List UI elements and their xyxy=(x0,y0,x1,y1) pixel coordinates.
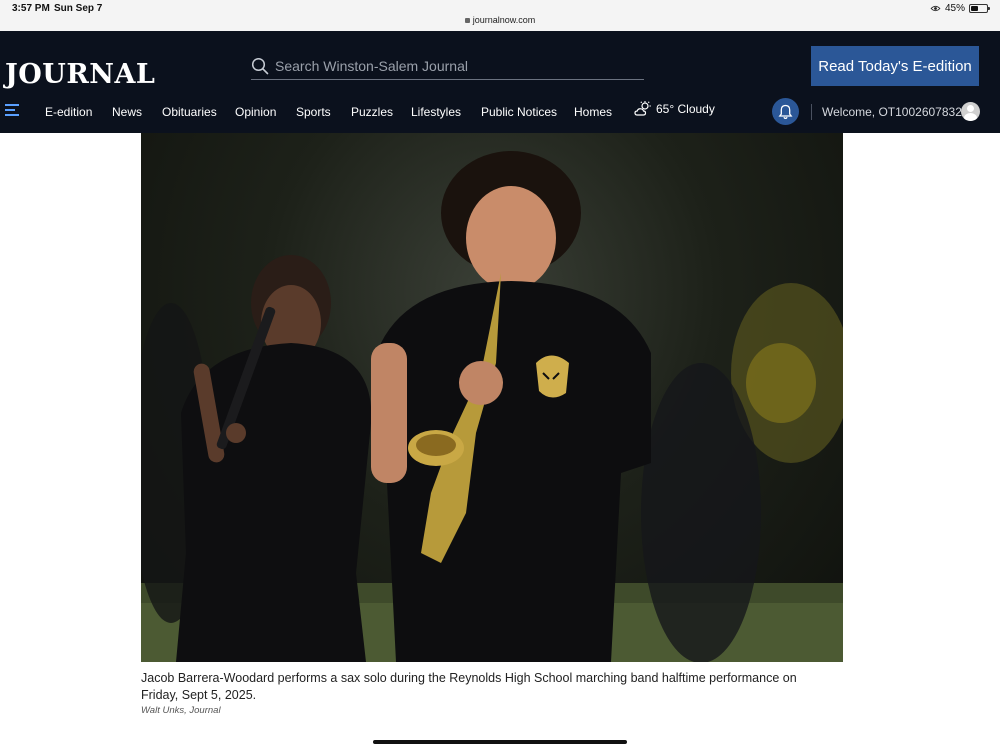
battery-fill xyxy=(971,6,978,11)
eye-icon xyxy=(930,5,941,12)
nav-item-opinion[interactable]: Opinion xyxy=(235,105,276,119)
photo-credit: Walt Unks, Journal xyxy=(141,705,221,716)
photo-caption: Jacob Barrera-Woodard performs a sax sol… xyxy=(141,671,797,702)
article-photo xyxy=(141,133,843,662)
main-nav: E-edition News Obituaries Opinion Sports… xyxy=(0,96,1000,128)
avatar[interactable] xyxy=(961,102,980,121)
weather-widget[interactable]: 65° Cloudy xyxy=(634,101,715,117)
nav-divider xyxy=(811,104,812,120)
status-bar: 3:57 PM Sun Sep 7 journalnow.com 45% xyxy=(0,0,1000,31)
menu-icon[interactable] xyxy=(5,104,19,116)
nav-item-obituaries[interactable]: Obituaries xyxy=(162,105,217,119)
site-header: JOURNAL Read Today's E-edition E-edition… xyxy=(0,31,1000,133)
battery-percent: 45% xyxy=(944,3,965,14)
home-indicator[interactable] xyxy=(373,740,627,744)
notifications-button[interactable] xyxy=(772,98,799,125)
search-bar[interactable] xyxy=(251,54,644,80)
nav-item-homes[interactable]: Homes xyxy=(574,105,612,119)
photo-illustration xyxy=(141,151,843,662)
nav-item-puzzles[interactable]: Puzzles xyxy=(351,105,393,119)
site-logo[interactable]: JOURNAL xyxy=(5,59,155,90)
bell-icon xyxy=(778,104,793,119)
nav-item-lifestyles[interactable]: Lifestyles xyxy=(411,105,461,119)
address-url: journalnow.com xyxy=(472,15,536,25)
nav-item-eedition[interactable]: E-edition xyxy=(45,105,92,119)
nav-item-news[interactable]: News xyxy=(112,105,142,119)
welcome-text[interactable]: Welcome, OT10026078322 xyxy=(822,105,969,119)
status-right: 45% xyxy=(930,3,990,14)
search-input[interactable] xyxy=(275,57,635,75)
nav-item-sports[interactable]: Sports xyxy=(296,105,331,119)
lock-icon xyxy=(464,18,470,23)
search-icon[interactable] xyxy=(251,57,269,75)
nav-item-public-notices[interactable]: Public Notices xyxy=(481,105,557,119)
read-eedition-button[interactable]: Read Today's E-edition xyxy=(811,46,979,86)
battery-icon xyxy=(969,4,990,13)
status-time: 3:57 PM xyxy=(12,3,50,14)
address-bar[interactable]: journalnow.com xyxy=(0,15,1000,25)
status-date: Sun Sep 7 xyxy=(54,3,103,14)
partly-cloudy-icon xyxy=(634,101,651,116)
weather-text: 65° Cloudy xyxy=(656,102,715,116)
